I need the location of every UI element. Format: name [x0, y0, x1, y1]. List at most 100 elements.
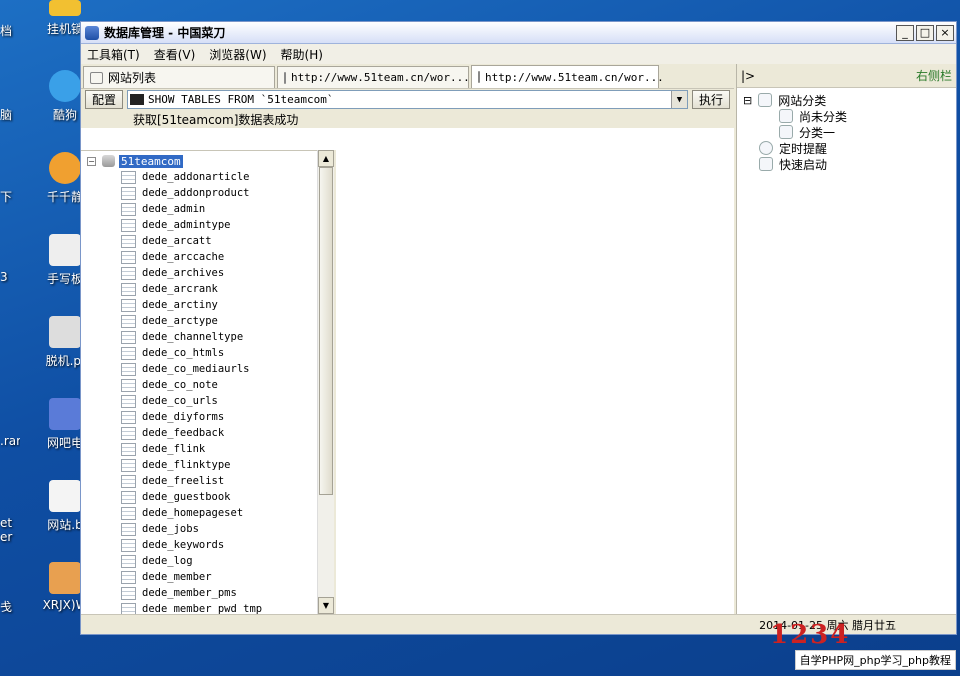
sql-query-input[interactable]: SHOW TABLES FROM `51teamcom` ▼ [127, 90, 688, 109]
table-row[interactable]: dede_freelist [81, 473, 334, 489]
category-icon [758, 93, 773, 107]
minimize-button[interactable]: _ [896, 24, 914, 41]
title-bar[interactable]: 数据库管理 - 中国菜刀 _ □ × [81, 22, 956, 44]
table-name: dede_homepageset [142, 507, 244, 519]
left-label: .rar [0, 434, 20, 448]
table-row[interactable]: dede_co_htmls [81, 345, 334, 361]
clock-icon [759, 141, 773, 155]
hand-icon [759, 157, 773, 171]
database-icon [478, 71, 480, 83]
menu-browser[interactable]: 浏览器(W) [209, 46, 266, 63]
table-icon [121, 218, 136, 232]
table-icon [121, 346, 136, 360]
table-row[interactable]: dede_co_urls [81, 393, 334, 409]
scroll-up-icon[interactable]: ▲ [318, 150, 334, 167]
table-name: dede_feedback [142, 427, 225, 439]
table-icon [121, 186, 136, 200]
maximize-button[interactable]: □ [916, 24, 934, 41]
tree-root-node[interactable]: − 51teamcom [81, 153, 334, 169]
tab-label: 网站列表 [108, 71, 157, 85]
tree-node-site-category[interactable]: ⊟ 网站分类 [743, 92, 950, 108]
collapse-icon[interactable]: − [87, 156, 96, 166]
scroll-down-icon[interactable]: ▼ [318, 597, 334, 614]
table-row[interactable]: dede_channeltype [81, 329, 334, 345]
table-row[interactable]: dede_member [81, 569, 334, 585]
table-icon [121, 250, 136, 264]
archive-icon [49, 562, 81, 594]
table-row[interactable]: dede_feedback [81, 425, 334, 441]
pane-splitter[interactable] [334, 150, 336, 614]
table-icon [121, 554, 136, 568]
collapse-icon[interactable]: ⊟ [743, 94, 752, 107]
table-name: dede_archives [142, 267, 225, 279]
table-row[interactable]: dede_arctype [81, 313, 334, 329]
tree-root-label: 51teamcom [119, 154, 183, 168]
table-row[interactable]: dede_addonarticle [81, 169, 334, 185]
tree-node-reminder[interactable]: 定时提醒 [743, 140, 950, 156]
desktop-icon-label: 挂机锁 [46, 22, 83, 36]
table-row[interactable]: dede_homepageset [81, 505, 334, 521]
table-name: dede_diyforms [142, 411, 225, 423]
menu-help[interactable]: 帮助(H) [281, 46, 323, 63]
tab-file-manager[interactable]: http://www.51team.cn/wor... [277, 66, 470, 88]
table-icon [121, 602, 136, 614]
table-row[interactable]: dede_keywords [81, 537, 334, 553]
left-label: 戋 [0, 600, 13, 614]
table-row[interactable]: dede_arcatt [81, 233, 334, 249]
scroll-thumb[interactable] [319, 167, 333, 495]
tree-node-uncategorized[interactable]: 尚未分类 [743, 108, 950, 124]
table-name: dede_keywords [142, 539, 225, 551]
table-row[interactable]: dede_addonproduct [81, 185, 334, 201]
sql-query-text: SHOW TABLES FROM `51teamcom` [148, 93, 334, 106]
desktop-icon-label: 网吧电 [46, 436, 83, 450]
table-row[interactable]: dede_admintype [81, 217, 334, 233]
menu-view[interactable]: 查看(V) [154, 46, 196, 63]
table-row[interactable]: dede_guestbook [81, 489, 334, 505]
handwriting-icon [49, 234, 81, 266]
table-icon [121, 170, 136, 184]
tab-database[interactable]: http://www.51team.cn/wor... [471, 65, 664, 88]
status-message: 获取[51teamcom]数据表成功 [81, 110, 734, 128]
table-row[interactable]: dede_arctiny [81, 297, 334, 313]
table-icon [121, 410, 136, 424]
chevron-down-icon[interactable]: ▼ [670, 91, 687, 108]
table-row[interactable]: dede_log [81, 553, 334, 569]
sql-toolbar: 配置 SHOW TABLES FROM `51teamcom` ▼ 执行 [81, 88, 734, 110]
site-category-tree: ⊟ 网站分类 尚未分类 分类一 定时提醒 快速启动 [737, 88, 956, 176]
table-icon [121, 234, 136, 248]
table-row[interactable]: dede_flink [81, 441, 334, 457]
table-name: dede_jobs [142, 523, 199, 535]
site-list-icon [90, 71, 103, 84]
table-name: dede_arccache [142, 251, 225, 263]
tree-scrollbar[interactable]: ▲ ▼ [317, 150, 334, 614]
right-sidebar-title: 右侧栏 [915, 69, 952, 83]
tab-site-list[interactable]: 网站列表 [83, 66, 275, 88]
tree-node-quick-launch[interactable]: 快速启动 [743, 156, 950, 172]
desktop-icon-label: 手写板 [46, 272, 83, 286]
table-icon [121, 394, 136, 408]
table-name: dede_co_urls [142, 395, 218, 407]
close-button[interactable]: × [936, 24, 954, 41]
table-row[interactable]: dede_arccache [81, 249, 334, 265]
table-row[interactable]: dede_co_note [81, 377, 334, 393]
table-row[interactable]: dede_flinktype [81, 457, 334, 473]
table-name: dede_log [142, 555, 193, 567]
table-name: dede_arcrank [142, 283, 218, 295]
execute-button[interactable]: 执行 [691, 90, 730, 109]
tree-node-category-one[interactable]: 分类一 [743, 124, 950, 140]
table-row[interactable]: dede_diyforms [81, 409, 334, 425]
table-row[interactable]: dede_archives [81, 265, 334, 281]
config-button[interactable]: 配置 [85, 90, 124, 109]
table-row[interactable]: dede_member_pwd_tmp [81, 601, 334, 614]
table-name: dede_arctiny [142, 299, 218, 311]
table-row[interactable]: dede_arcrank [81, 281, 334, 297]
table-name: dede_arctype [142, 315, 218, 327]
table-row[interactable]: dede_admin [81, 201, 334, 217]
left-label: 脑 [0, 108, 13, 122]
expand-toggle-icon[interactable]: |> [741, 69, 755, 83]
tree-node-label: 快速启动 [779, 157, 828, 172]
table-row[interactable]: dede_member_pms [81, 585, 334, 601]
table-row[interactable]: dede_jobs [81, 521, 334, 537]
menu-tools[interactable]: 工具箱(T) [87, 46, 140, 63]
table-row[interactable]: dede_co_mediaurls [81, 361, 334, 377]
